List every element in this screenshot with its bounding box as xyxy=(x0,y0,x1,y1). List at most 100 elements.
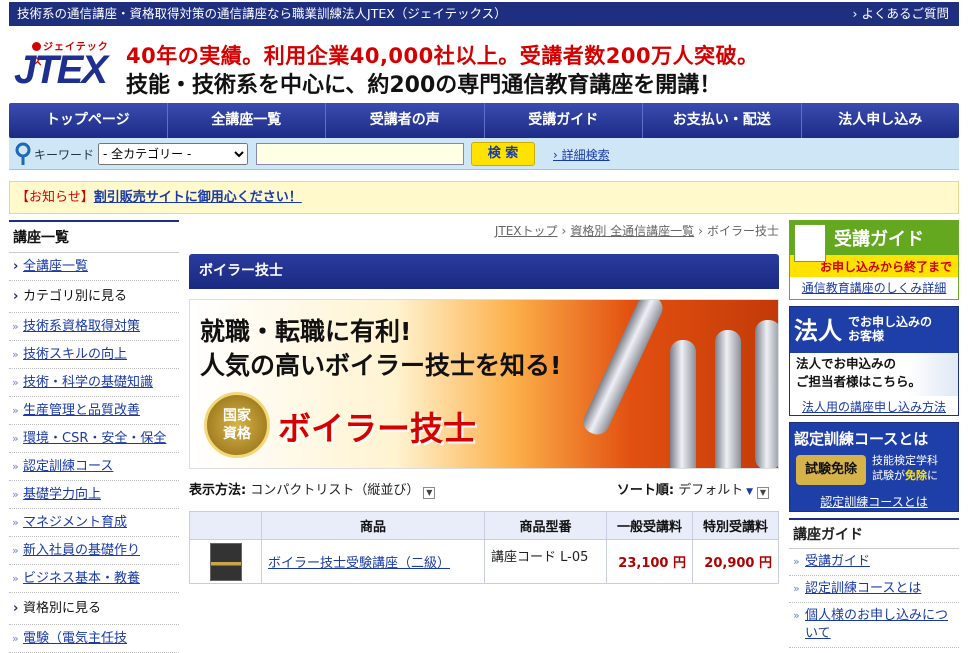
seal-line2: 資格 xyxy=(223,426,251,442)
search-bar: キーワード - 全カテゴリー - 検 索 詳細検索 xyxy=(9,138,959,170)
page-title: ボイラー技士 xyxy=(189,254,779,289)
seal-line1: 国家 xyxy=(223,408,251,424)
certified-t1: 技能検定学科 xyxy=(872,454,938,467)
sidebar-category-link[interactable]: ビジネス基本・教養 xyxy=(23,571,140,586)
search-pin-icon xyxy=(15,142,31,165)
sidebar-category-link[interactable]: 技術スキルの向上 xyxy=(23,347,127,362)
corporate-body1: 法人でお申込みの xyxy=(796,356,897,371)
breadcrumb-current: ボイラー技士 xyxy=(706,224,779,238)
corporate-box-header: 法人 でお申し込みの お客様 xyxy=(790,307,958,353)
sidebar-by-category[interactable]: カテゴリ別に見る xyxy=(9,281,179,313)
sidebar-qualification-link[interactable]: 電験（電気主任技 xyxy=(23,631,127,646)
course-list-heading: 講座一覧 xyxy=(9,220,179,253)
certified-box-link[interactable]: 認定訓練コースとは xyxy=(820,495,927,509)
jtex-logo[interactable]: ジェイテックス JTEX xyxy=(14,38,114,94)
corporate-box-link[interactable]: 法人用の講座申し込み方法 xyxy=(802,400,946,414)
guide-book-icon xyxy=(794,224,826,262)
sidebar-category-link[interactable]: 生産管理と品質改善 xyxy=(23,403,140,418)
certified-box-title: 認定訓練コースとは xyxy=(794,430,929,448)
sort-value[interactable]: デフォルト xyxy=(678,483,743,498)
search-button[interactable]: 検 索 xyxy=(471,142,535,166)
sidebar-category-link[interactable]: 技術・科学の基礎知識 xyxy=(23,375,153,390)
banner-line1: 就職・転職に有利! xyxy=(200,317,412,346)
guide-box[interactable]: 受講ガイド お申し込みから終了まで 通信教育講座のしくみ詳細 xyxy=(789,220,959,300)
sidebar-category-link[interactable]: 認定訓練コース xyxy=(23,459,113,474)
banner-pipe-graphic xyxy=(579,300,667,439)
sidebar-all-courses-link[interactable]: 全講座一覧 xyxy=(23,259,88,274)
faq-link[interactable]: よくあるご質問 xyxy=(853,2,949,26)
sidebar-category-link[interactable]: 新入社員の基礎作り xyxy=(23,543,140,558)
banner-pipe-graphic xyxy=(755,320,778,468)
notice-bar: 【お知らせ】割引販売サイトに御用心ください！ xyxy=(9,181,959,214)
course-guide-item: 認定訓練コースとは xyxy=(789,576,959,603)
product-thumb-cell xyxy=(189,539,262,584)
certified-box-footer: 認定訓練コースとは xyxy=(790,491,958,511)
sidebar-category-link[interactable]: 基礎学力向上 xyxy=(23,487,101,502)
sidebar-category: 認定訓練コース xyxy=(9,453,179,481)
breadcrumb-separator: › xyxy=(698,224,703,238)
product-name-link[interactable]: ボイラー技士受験講座（二級） xyxy=(268,556,450,571)
breadcrumb-home[interactable]: JTEXトップ xyxy=(495,224,558,238)
sidebar-category: マネジメント育成 xyxy=(9,509,179,537)
corporate-box[interactable]: 法人 でお申し込みの お客様 法人でお申込みの ご担当者様はこちら。 法人用の講座申し… xyxy=(789,306,959,416)
sidebar-category: 技術系資格取得対策 xyxy=(9,313,179,341)
course-guide-link[interactable]: 個人様のお申し込みについて xyxy=(805,608,948,641)
notice-link[interactable]: 割引販売サイトに御用心ください！ xyxy=(94,190,302,205)
sidebar-category: 基礎学力向上 xyxy=(9,481,179,509)
nav-voices[interactable]: 受講者の声 xyxy=(326,103,485,138)
course-guide-item: 受講ガイド xyxy=(789,549,959,576)
notice-label: 【お知らせ】 xyxy=(16,190,94,205)
tagline-primary: 40年の実績。利用企業40,000社以上。受講者数200万人突破。 xyxy=(126,44,759,68)
nav-payment[interactable]: お支払い・配送 xyxy=(643,103,802,138)
banner-title: ボイラー技士 xyxy=(278,409,476,448)
nav-all-courses[interactable]: 全講座一覧 xyxy=(168,103,326,138)
sort-arrow-icon[interactable]: ▼ xyxy=(743,487,753,497)
guide-box-link[interactable]: 通信教育講座のしくみ詳細 xyxy=(802,281,946,295)
breadcrumb-separator: › xyxy=(561,224,567,238)
sidebar-category: 技術スキルの向上 xyxy=(9,341,179,369)
banner-pipe-graphic xyxy=(670,340,696,468)
nav-guide[interactable]: 受講ガイド xyxy=(485,103,643,138)
corporate-small1: でお申し込みの xyxy=(848,314,933,329)
special-price: 20,900 円 xyxy=(692,539,779,584)
sidebar-category: 新入社員の基礎作り xyxy=(9,537,179,565)
course-guide-link[interactable]: 認定訓練コースとは xyxy=(805,581,921,596)
advanced-search-link[interactable]: 詳細検索 xyxy=(553,146,610,163)
display-dropdown-icon[interactable]: ▼ xyxy=(423,487,436,499)
exam-exempt-badge: 試験免除 xyxy=(796,455,866,485)
header-special: 特別受講料 xyxy=(692,511,779,540)
sidebar-category: ビジネス基本・教養 xyxy=(9,565,179,593)
general-price: 23,100 円 xyxy=(606,539,693,584)
certified-t2b: 免除 xyxy=(905,469,927,482)
product-thumbnail[interactable] xyxy=(209,542,242,581)
sidebar-all-courses: 全講座一覧 xyxy=(9,253,179,281)
display-value[interactable]: コンパクトリスト（縦並び） xyxy=(250,483,419,498)
corporate-small: でお申し込みの お客様 xyxy=(848,315,932,343)
certified-t2a: 試験が xyxy=(872,469,905,482)
search-input[interactable] xyxy=(256,143,464,165)
sidebar-category-link[interactable]: 環境・CSR・安全・保全 xyxy=(23,431,166,446)
category-select[interactable]: - 全カテゴリー - xyxy=(98,143,248,165)
promo-banner[interactable]: 就職・転職に有利! 人気の高いボイラー技士を知る! 国家 資格 ボイラー技士 xyxy=(189,299,779,469)
header-product: 商品 xyxy=(261,511,485,540)
course-guide-item: 個人様のお申し込みについて xyxy=(789,603,959,648)
sidebar-category-link[interactable]: 技術系資格取得対策 xyxy=(23,319,140,334)
sidebar-category-link[interactable]: マネジメント育成 xyxy=(23,515,127,530)
keyword-label: キーワード xyxy=(34,148,95,162)
table-header-row: 商品 商品型番 一般受講料 特別受講料 xyxy=(189,511,779,540)
sort-dropdown-icon[interactable]: ▼ xyxy=(757,487,769,499)
main-content: JTEXトップ › 資格別 全通信講座一覧 › ボイラー技士 ボイラー技士 就職・転職に… xyxy=(189,220,779,584)
sidebar-qualification: 電験（電気主任技 xyxy=(9,625,179,653)
product-table: 商品 商品型番 一般受講料 特別受講料 ボイラー技士受験講座（二級） 講座コード… xyxy=(189,511,779,584)
certified-course-box[interactable]: 認定訓練コースとは 試験免除 技能検定学科 試験が免除に 認定訓練コースとは xyxy=(789,422,959,512)
corporate-box-footer: 法人用の講座申し込み方法 xyxy=(790,396,958,415)
nav-corporate[interactable]: 法人申し込み xyxy=(802,103,960,138)
course-guide-link[interactable]: 受講ガイド xyxy=(805,554,870,569)
corporate-small2: お客様 xyxy=(848,328,885,343)
certified-t2c: に xyxy=(927,469,938,482)
nav-top[interactable]: トップページ xyxy=(9,103,168,138)
breadcrumb-list[interactable]: 資格別 全通信講座一覧 xyxy=(570,224,694,238)
sort-label: ソート順: xyxy=(616,483,675,498)
corporate-box-body: 法人でお申込みの ご担当者様はこちら。 xyxy=(790,353,958,396)
sidebar-by-qualification[interactable]: 資格別に見る xyxy=(9,593,179,625)
